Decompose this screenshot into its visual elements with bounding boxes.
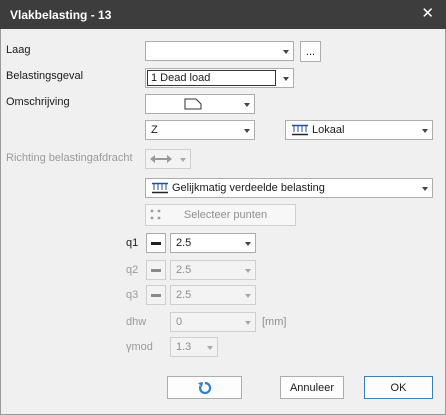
window-title: Vlakbelasting - 13 bbox=[10, 8, 112, 22]
double-arrow-icon bbox=[150, 155, 172, 163]
label-q3: q3 bbox=[126, 289, 139, 301]
label-ymod: γmod bbox=[126, 341, 153, 353]
bar-icon bbox=[151, 294, 161, 297]
richting-select[interactable] bbox=[145, 149, 191, 169]
chevron-down-icon bbox=[245, 294, 251, 298]
chevron-down-icon bbox=[245, 269, 251, 273]
label-belastingsgeval: Belastingsgeval bbox=[6, 70, 84, 82]
select-points-button[interactable]: Selecteer punten bbox=[145, 204, 296, 226]
laag-select[interactable] bbox=[145, 41, 294, 61]
laag-browse-button[interactable]: ... bbox=[300, 41, 321, 62]
select-points-label: Selecteer punten bbox=[183, 209, 268, 221]
titlebar: Vlakbelasting - 13 ✕ bbox=[0, 0, 446, 29]
q1-toggle-button[interactable] bbox=[146, 233, 166, 253]
axis-system-select[interactable]: Lokaal bbox=[285, 120, 433, 140]
distribution-select[interactable]: Gelijkmatig verdeelde belasting bbox=[145, 178, 433, 198]
label-dhw: dhw bbox=[126, 316, 147, 328]
q2-toggle-button[interactable] bbox=[146, 260, 166, 280]
q1-input[interactable]: 2.5 bbox=[170, 233, 256, 253]
axis-system-value: Lokaal bbox=[312, 124, 345, 136]
chevron-down-icon bbox=[422, 129, 428, 133]
chevron-down-icon bbox=[244, 103, 250, 107]
reset-button[interactable] bbox=[167, 376, 242, 399]
chevron-down-icon bbox=[422, 187, 428, 191]
q1-value: 2.5 bbox=[176, 237, 192, 249]
label-laag: Laag bbox=[6, 44, 31, 56]
label-q2: q2 bbox=[126, 264, 139, 276]
direction-value: Z bbox=[151, 124, 158, 136]
direction-select[interactable]: Z bbox=[145, 120, 255, 140]
dialog-body: Laag ... Belastingsgeval 1 Dead load Oms… bbox=[0, 29, 446, 415]
dhw-value: 0 bbox=[176, 316, 183, 328]
bar-icon bbox=[151, 242, 161, 245]
cancel-button[interactable]: Annuleer bbox=[280, 376, 344, 399]
belastingsgeval-value: 1 Dead load bbox=[151, 72, 211, 84]
q3-value: 2.5 bbox=[176, 289, 192, 301]
ok-button[interactable]: OK bbox=[364, 376, 433, 399]
distribution-value: Gelijkmatig verdeelde belasting bbox=[172, 182, 325, 194]
chevron-down-icon bbox=[283, 77, 289, 81]
q2-value: 2.5 bbox=[176, 264, 192, 276]
ymod-input[interactable]: 1.3 bbox=[170, 337, 218, 357]
rectangle-shape-icon bbox=[184, 98, 202, 110]
chevron-down-icon bbox=[180, 158, 186, 162]
dhw-input[interactable]: 0 bbox=[170, 312, 256, 332]
distributed-load-icon bbox=[152, 182, 168, 194]
reset-icon bbox=[198, 381, 212, 395]
chevron-down-icon bbox=[207, 346, 213, 350]
label-q1: q1 bbox=[126, 237, 139, 249]
omschrijving-shape-select[interactable] bbox=[145, 94, 255, 114]
cancel-label: Annuleer bbox=[289, 381, 335, 394]
chevron-down-icon bbox=[244, 129, 250, 133]
distributed-load-icon bbox=[292, 124, 308, 136]
label-omschrijving: Omschrijving bbox=[6, 96, 70, 108]
chevron-down-icon bbox=[283, 50, 289, 54]
bar-icon bbox=[151, 269, 161, 272]
belastingsgeval-select[interactable]: 1 Dead load bbox=[145, 68, 294, 88]
q3-toggle-button[interactable] bbox=[146, 285, 166, 305]
label-richting: Richting belastingafdracht bbox=[6, 152, 133, 164]
ok-label: OK bbox=[390, 381, 407, 394]
close-icon[interactable]: ✕ bbox=[421, 6, 434, 22]
chevron-down-icon bbox=[245, 321, 251, 325]
ymod-value: 1.3 bbox=[176, 341, 192, 353]
q2-input[interactable]: 2.5 bbox=[170, 260, 256, 280]
q3-input[interactable]: 2.5 bbox=[170, 285, 256, 305]
browse-label: ... bbox=[305, 45, 316, 58]
dhw-unit: [mm] bbox=[262, 316, 287, 328]
chevron-down-icon bbox=[245, 242, 251, 246]
